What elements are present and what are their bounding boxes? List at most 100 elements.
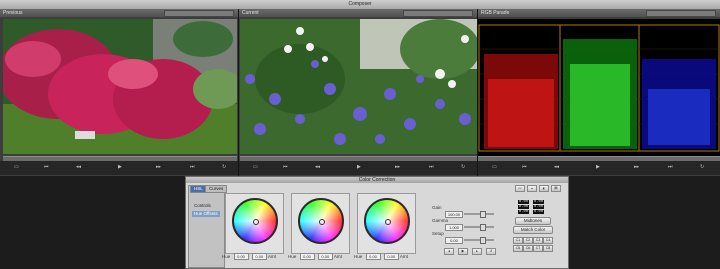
slider-value[interactable]: 1.000 — [445, 224, 463, 231]
reset-icon[interactable]: ↺ — [486, 248, 496, 255]
gain-slider: Gain 100.00 — [432, 205, 494, 218]
viewer-menu[interactable] — [646, 10, 716, 17]
window-title: Composer — [0, 0, 720, 9]
slider-knob[interactable] — [480, 211, 486, 218]
slider-value[interactable]: 100.00 — [445, 211, 463, 218]
tool-icon-4[interactable]: ▤ — [551, 185, 561, 192]
highlights-color-wheel[interactable] — [364, 198, 410, 244]
next-icon[interactable]: ⏭ — [190, 164, 195, 170]
wheel-2-values: Hue 0.00 0.00 Amt — [288, 253, 342, 261]
rgb-readout-3: 0.00 — [518, 205, 530, 209]
rgb-readout-4: 0.00 — [533, 205, 545, 209]
parade-transport: ▭ ⏮ ◂◂ ▶ ▸▸ ⏭ ↻ — [478, 161, 720, 175]
play-icon[interactable]: ▶ — [458, 248, 468, 255]
group-list: Controls Hue Offsets — [188, 185, 225, 268]
wheel-3-values: Hue 0.00 0.00 Amt — [354, 253, 408, 261]
slider-track[interactable] — [464, 226, 494, 228]
tool-icon-2[interactable]: ◒ — [527, 185, 537, 192]
swatch-c6[interactable]: C6 — [523, 245, 533, 252]
monitor-icon[interactable]: ▭ — [492, 164, 497, 170]
amount-input[interactable]: 0.00 — [317, 253, 333, 261]
highlights-wheel-box — [357, 193, 416, 254]
match-color-button[interactable]: Match Color — [513, 226, 553, 234]
play-icon[interactable]: ▶ — [596, 164, 600, 170]
slider-track[interactable] — [464, 239, 494, 241]
swatch-c3[interactable]: C3 — [533, 237, 543, 244]
slider-value[interactable]: 0.00 — [445, 237, 463, 244]
list-item-controls[interactable]: Controls — [192, 203, 213, 209]
rgb-readout-1: 0.00 — [518, 200, 530, 204]
midtones-color-wheel[interactable] — [298, 198, 344, 244]
loop-icon[interactable]: ↻ — [461, 164, 465, 170]
hue-input[interactable]: 0.00 — [365, 253, 381, 261]
previous-transport: ▭ ⏮ ◂◂ ▶ ▸▸ ⏭ ↻ — [0, 161, 238, 175]
list-item-hue-offsets[interactable]: Hue Offsets — [192, 211, 220, 217]
midtones-select[interactable]: Midtones — [515, 217, 551, 225]
slider-label: Setup — [432, 231, 444, 236]
swatch-c8[interactable]: C8 — [543, 245, 553, 252]
midtones-wheel-box — [291, 193, 350, 254]
tool-icon-1[interactable]: ▭ — [515, 185, 525, 192]
swatch-c2[interactable]: C2 — [523, 237, 533, 244]
swatch-c7[interactable]: C7 — [533, 245, 543, 252]
swatch-c1[interactable]: C1 — [513, 237, 523, 244]
slider-knob[interactable] — [480, 237, 486, 244]
current-frame-image — [240, 19, 477, 154]
viewer-menu[interactable] — [164, 10, 234, 17]
rgb-readout-2: 0.00 — [533, 200, 545, 204]
shadows-wheel-box — [225, 193, 284, 254]
viewer-menu[interactable] — [403, 10, 473, 17]
slider-label: Gamma — [432, 218, 449, 223]
prev-icon[interactable]: ⏮ — [283, 164, 288, 170]
amount-input[interactable]: 0.00 — [383, 253, 399, 261]
prev-keyframe-icon[interactable]: ◂ — [444, 248, 454, 255]
monitor-icon[interactable]: ▭ — [253, 164, 258, 170]
hue-label: Hue — [288, 254, 297, 259]
step-forward-icon[interactable]: ▸▸ — [634, 164, 639, 170]
shadows-color-wheel[interactable] — [232, 198, 278, 244]
prev-icon[interactable]: ⏮ — [44, 164, 49, 170]
previous-frame-image — [3, 19, 237, 154]
hue-input[interactable]: 0.00 — [233, 253, 249, 261]
slider-label: Gain — [432, 205, 442, 210]
next-icon[interactable]: ⏭ — [668, 164, 673, 170]
play-icon[interactable]: ▶ — [357, 164, 361, 170]
viewer-header: RGB Parade — [478, 9, 720, 17]
hue-label: Hue — [354, 254, 363, 259]
wheel-1-values: Hue 0.00 0.00 Amt — [222, 253, 276, 261]
next-icon[interactable]: ⏭ — [429, 164, 434, 170]
tab-curves[interactable]: Curves — [205, 185, 228, 193]
current-transport: ▭ ⏮ ◂◂ ▶ ▸▸ ⏭ ↻ — [239, 161, 477, 175]
rgb-readout-5: 0.00 — [518, 210, 530, 214]
step-back-icon[interactable]: ◂◂ — [315, 164, 320, 170]
viewer-label: Previous — [3, 10, 23, 16]
amount-input[interactable]: 0.00 — [251, 253, 267, 261]
step-back-icon[interactable]: ◂◂ — [76, 164, 81, 170]
rgb-readout-6: 0.00 — [533, 210, 545, 214]
step-forward-icon[interactable]: ▸▸ — [395, 164, 400, 170]
viewer-header: Previous — [0, 9, 238, 17]
amount-label: Amt — [399, 254, 408, 259]
prev-icon[interactable]: ⏮ — [522, 164, 527, 170]
swatch-c4[interactable]: C4 — [543, 237, 553, 244]
loop-icon[interactable]: ↻ — [700, 164, 704, 170]
slider-track[interactable] — [464, 213, 494, 215]
slider-knob[interactable] — [480, 224, 486, 231]
swatch-c5[interactable]: C5 — [513, 245, 523, 252]
amount-label: Amt — [267, 254, 276, 259]
play-icon[interactable]: ▶ — [118, 164, 122, 170]
hue-input[interactable]: 0.00 — [299, 253, 315, 261]
viewer-label: RGB Parade — [481, 10, 510, 16]
amount-label: Amt — [333, 254, 342, 259]
monitor-icon[interactable]: ▭ — [14, 164, 19, 170]
panel-title: Color Correction — [186, 177, 568, 183]
setup-slider: Setup 0.00 — [432, 231, 494, 244]
next-keyframe-icon[interactable]: ▸ — [472, 248, 482, 255]
step-forward-icon[interactable]: ▸▸ — [156, 164, 161, 170]
gamma-slider: Gamma 1.000 — [432, 218, 494, 231]
tool-icon-3[interactable]: ◭ — [539, 185, 549, 192]
rgb-parade-scope — [478, 19, 720, 157]
step-back-icon[interactable]: ◂◂ — [554, 164, 559, 170]
viewer-header: Current — [239, 9, 477, 17]
loop-icon[interactable]: ↻ — [222, 164, 226, 170]
